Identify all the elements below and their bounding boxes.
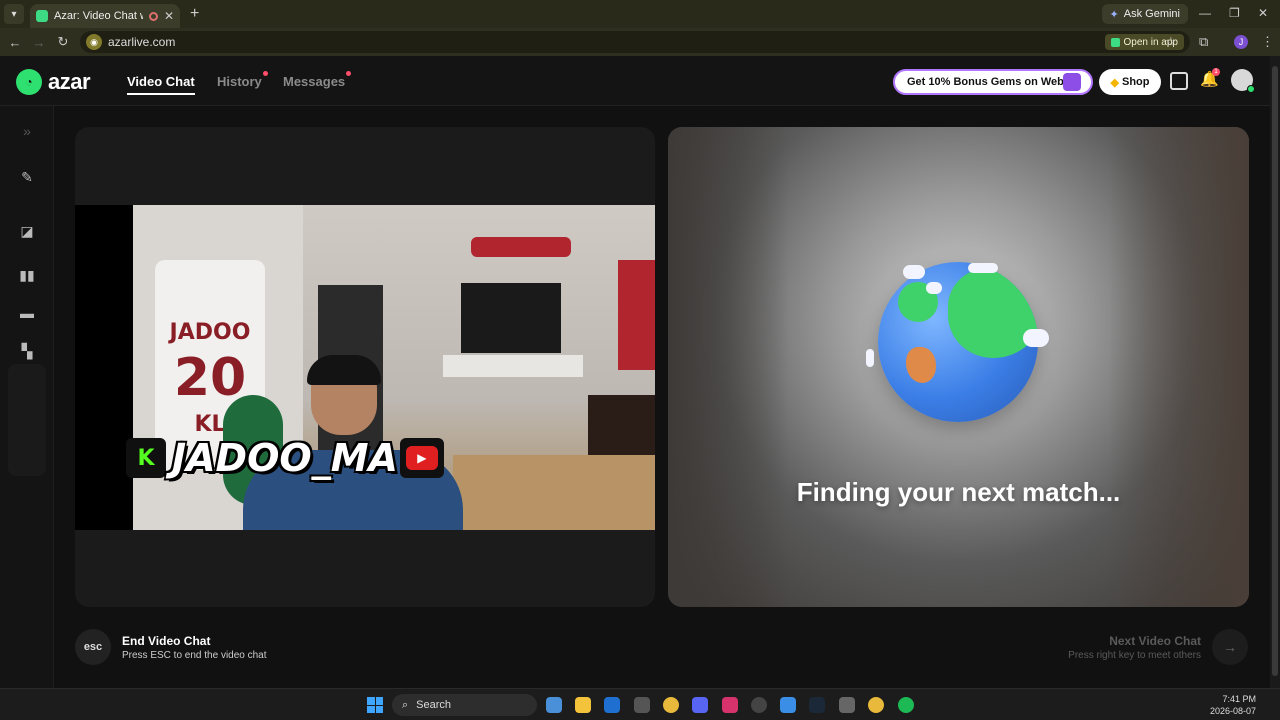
end-chat-button[interactable]: esc <box>75 629 111 665</box>
promo-label: Get 10% Bonus Gems on Web! <box>907 76 1068 88</box>
globe-icon <box>878 262 1038 422</box>
online-status-dot <box>1247 85 1255 93</box>
room-scene: JADOO 20 KL <box>133 205 655 530</box>
kick-logo-icon: K <box>126 438 166 478</box>
clock-date: 2026-08-07 <box>1209 706 1256 716</box>
discord-icon[interactable] <box>692 697 708 713</box>
photos-app-icon[interactable] <box>546 697 562 713</box>
nav-messages-label: Messages <box>283 74 346 89</box>
jersey-name-text: JADOO <box>169 320 251 345</box>
ask-gemini-label: Ask Gemini <box>1123 8 1180 20</box>
gift-icon <box>1063 73 1081 91</box>
layout-pip-icon[interactable]: ▚ <box>18 342 36 360</box>
clock-time: 7:41 PM <box>1222 694 1256 704</box>
profile-avatar[interactable]: J <box>1234 35 1248 49</box>
reload-icon[interactable]: ↻ <box>51 34 75 50</box>
next-chat-title[interactable]: Next Video Chat <box>1109 634 1201 648</box>
left-sidebar: » ✎ ◪ ▮▮ ▬ ▚ <box>0 106 54 688</box>
azar-logo[interactable]: ◔ azar <box>16 69 91 95</box>
kick-logo-text: K <box>137 445 155 471</box>
steam-icon[interactable] <box>809 697 825 713</box>
taskbar-search[interactable]: ⌕ Search <box>392 694 537 716</box>
close-window-icon[interactable]: ✕ <box>1258 6 1268 20</box>
nav-history[interactable]: History <box>217 71 268 89</box>
streamer-handle: JADOO_MA <box>172 436 398 480</box>
app-header: ◔ azar Video Chat History Messages Get 1… <box>0 56 1270 106</box>
layout-side-by-side-icon[interactable]: ▮▮ <box>18 266 36 284</box>
page-scrollbar[interactable] <box>1270 56 1280 688</box>
recording-icon <box>148 11 158 21</box>
close-tab-icon[interactable]: ✕ <box>164 9 174 23</box>
gem-icon: ◆ <box>1110 76 1119 89</box>
next-chat-arrow-icon[interactable]: → <box>1212 629 1248 665</box>
obs-icon[interactable] <box>751 697 767 713</box>
app-icon[interactable] <box>839 697 855 713</box>
taskbar-search-label: Search <box>416 699 452 711</box>
effects-icon[interactable]: ◪ <box>18 222 36 240</box>
system-clock[interactable]: 7:41 PM 2026-08-07 <box>1210 693 1256 717</box>
my-video-panel: JADOO 20 KL <box>75 127 655 607</box>
tab-title: Azar: Video Chat with New <box>54 10 143 22</box>
site-info-icon[interactable]: ◉ <box>86 34 102 50</box>
streamer-overlay-banner: K JADOO_MA ▶ <box>126 436 444 480</box>
back-icon[interactable]: ← <box>3 35 27 50</box>
end-chat-hint: Press ESC to end the video chat <box>122 650 267 661</box>
layout-stacked-icon[interactable]: ▬ <box>18 304 36 322</box>
bonus-gems-promo-button[interactable]: Get 10% Bonus Gems on Web! <box>893 69 1093 95</box>
outlook-icon[interactable] <box>604 697 620 713</box>
layout-group <box>8 364 46 476</box>
user-avatar[interactable] <box>1231 69 1255 93</box>
expand-sidebar-icon[interactable]: » <box>18 122 36 140</box>
spotify-icon[interactable] <box>898 697 914 713</box>
end-chat-title[interactable]: End Video Chat <box>122 634 210 648</box>
browser-menu-icon[interactable]: ⋮ <box>1261 34 1274 50</box>
azar-favicon-icon <box>36 10 48 22</box>
browser-tab-bar: ▾ Azar: Video Chat with New ✕ + <box>0 0 1280 28</box>
maximize-icon[interactable]: ❐ <box>1229 6 1240 20</box>
history-dot-badge <box>262 71 268 76</box>
ask-gemini-button[interactable]: ✦ Ask Gemini <box>1101 4 1188 24</box>
youtube-logo-icon: ▶ <box>399 438 444 478</box>
url-field[interactable]: ◉ azarlive.com Open in app <box>80 31 1190 53</box>
partner-video-panel: Finding your next match... <box>668 127 1249 607</box>
url-text: azarlive.com <box>108 35 176 49</box>
gemini-sparkle-icon: ✦ <box>1109 8 1119 21</box>
finding-match-status: Finding your next match... <box>796 477 1121 507</box>
file-explorer-icon[interactable] <box>575 697 591 713</box>
store-icon[interactable] <box>634 697 650 713</box>
extensions-icon[interactable]: ⧉ <box>1199 34 1208 50</box>
inbox-icon[interactable] <box>1170 72 1188 90</box>
address-bar: ← → ↻ ◉ azarlive.com Open in app <box>0 28 1280 56</box>
tab-search-button[interactable]: ▾ <box>4 4 24 24</box>
azar-logo-icon: ◔ <box>16 69 42 95</box>
notification-badge: 1 <box>1212 68 1220 76</box>
next-chat-hint: Press right key to meet others <box>1068 650 1201 661</box>
app-icon <box>1110 37 1120 47</box>
shop-button[interactable]: ◆ Shop <box>1099 69 1161 95</box>
nav-video-chat[interactable]: Video Chat <box>127 74 195 95</box>
nav-messages[interactable]: Messages <box>283 71 352 89</box>
self-camera-feed: JADOO 20 KL <box>75 205 655 530</box>
messages-dot-badge <box>346 71 352 76</box>
forward-icon[interactable]: → <box>27 35 51 50</box>
magic-wand-icon[interactable]: ✎ <box>18 168 36 186</box>
logo-text: azar <box>48 69 91 94</box>
instagram-icon[interactable] <box>722 697 738 713</box>
search-icon: ⌕ <box>402 698 409 711</box>
zoom-icon[interactable] <box>780 697 796 713</box>
browser-tab[interactable]: Azar: Video Chat with New ✕ <box>30 4 180 28</box>
nav-history-label: History <box>217 74 262 89</box>
shop-label: Shop <box>1121 76 1150 88</box>
new-tab-button[interactable]: + <box>190 5 199 23</box>
start-menu-icon[interactable] <box>367 697 383 713</box>
chrome-active-icon[interactable] <box>868 697 884 713</box>
windows-taskbar: ⌕ Search 7:41 PM 2026-08-07 <box>0 688 1280 720</box>
bookmark-star-icon[interactable]: ☆ <box>1165 34 1177 50</box>
scrollbar-thumb[interactable] <box>1272 66 1278 676</box>
chrome-icon[interactable] <box>663 697 679 713</box>
minimize-icon[interactable]: — <box>1199 6 1211 20</box>
